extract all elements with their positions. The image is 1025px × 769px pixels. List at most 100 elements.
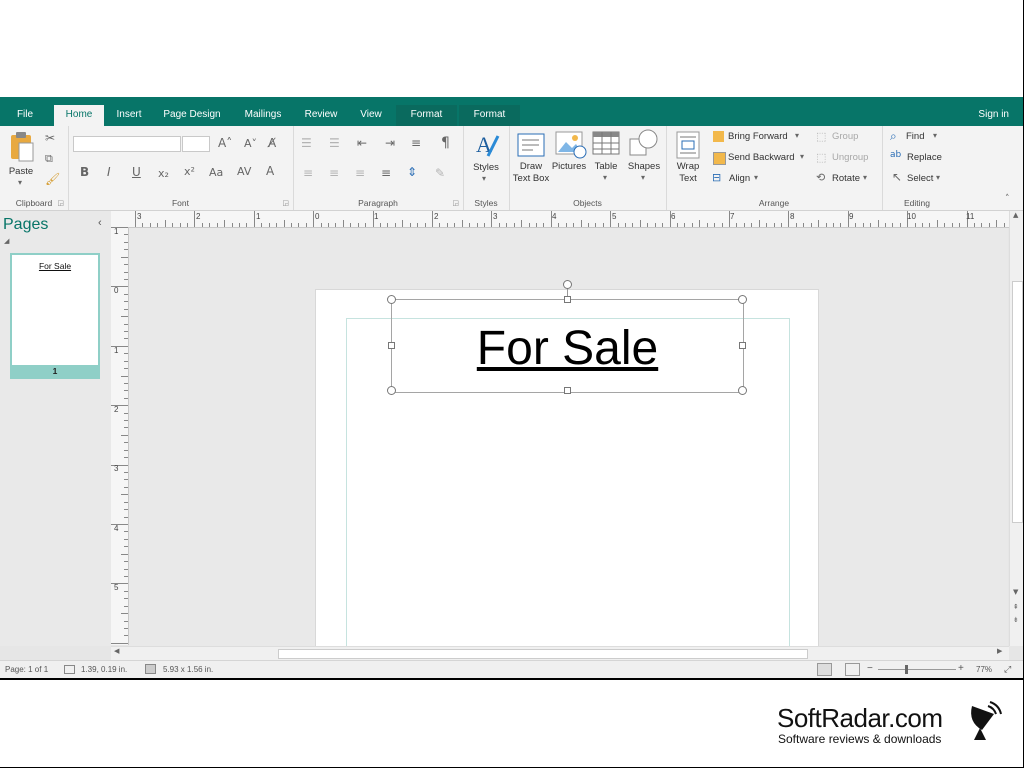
clear-formatting-icon[interactable]: A̸ [268, 136, 276, 150]
text-box-content[interactable]: For Sale [392, 320, 743, 378]
character-spacing-icon[interactable]: AV [237, 165, 251, 178]
resize-handle[interactable] [564, 296, 571, 303]
resize-handle[interactable] [739, 342, 746, 349]
rotate-dropdown-icon[interactable]: ▾ [863, 173, 867, 182]
tab-insert[interactable]: Insert [108, 105, 150, 126]
fit-page-icon[interactable]: ⤢ [1004, 664, 1011, 675]
paste-button[interactable]: Paste [6, 166, 36, 178]
find-dropdown-icon[interactable]: ▾ [933, 131, 937, 140]
vertical-scroll-thumb[interactable] [1012, 281, 1023, 523]
replace-button[interactable]: Replace [907, 152, 942, 163]
horizontal-ruler[interactable]: 3 2 1 0 1 2 3 4 5 6 7 8 9 10 11 [128, 211, 1009, 228]
align-right-icon[interactable]: ≡ [355, 166, 365, 180]
ungroup-button[interactable]: Ungroup [832, 152, 868, 163]
tab-home[interactable]: Home [54, 105, 104, 126]
change-case-icon[interactable]: Aa [209, 166, 223, 179]
font-color-icon[interactable]: A [266, 164, 274, 178]
next-page-icon[interactable]: ⇟ [1013, 616, 1019, 624]
two-page-view-icon[interactable] [845, 663, 860, 676]
previous-page-icon[interactable]: ⇞ [1013, 603, 1019, 611]
find-button[interactable]: Find [906, 131, 924, 142]
zoom-out-icon[interactable]: − [867, 663, 873, 674]
shapes-dropdown-icon[interactable]: ▾ [641, 173, 645, 182]
decrease-indent-icon[interactable]: ⇤ [357, 136, 367, 150]
resize-handle[interactable] [387, 386, 396, 395]
scroll-up-icon[interactable]: ▲ [1013, 211, 1018, 219]
bring-forward-dropdown-icon[interactable]: ▾ [795, 131, 799, 140]
justify-icon[interactable]: ≡ [381, 166, 391, 180]
table-dropdown-icon[interactable]: ▾ [603, 173, 607, 182]
horizontal-scroll-thumb[interactable] [278, 649, 808, 659]
publication-page[interactable]: For Sale [315, 280, 819, 646]
pictures-button[interactable]: Pictures [551, 161, 587, 173]
horizontal-scrollbar[interactable]: ◀ ▶ [111, 646, 1009, 660]
tab-mailings[interactable]: Mailings [236, 105, 290, 126]
select-dropdown-icon[interactable]: ▾ [936, 173, 940, 182]
tab-page-design[interactable]: Page Design [158, 105, 226, 126]
table-button[interactable]: Table [589, 161, 623, 173]
numbering-icon[interactable]: ☰ [329, 136, 340, 150]
paragraph-launcher-icon[interactable]: ◲ [452, 199, 459, 207]
page-count-status[interactable]: Page: 1 of 1 [5, 665, 48, 674]
font-size-combo[interactable] [182, 136, 210, 152]
paste-dropdown-icon[interactable]: ▾ [18, 178, 22, 187]
paragraph-spacing-icon[interactable]: ⇕ [407, 165, 417, 179]
tab-view[interactable]: View [352, 105, 390, 126]
resize-handle[interactable] [564, 387, 571, 394]
italic-icon[interactable]: I [107, 165, 111, 179]
collapse-pane-icon[interactable]: ‹ [98, 217, 102, 229]
vertical-ruler[interactable]: 1 0 1 2 3 4 5 [111, 227, 129, 645]
resize-handle[interactable] [738, 386, 747, 395]
draw-text-box-label-1[interactable]: Draw [509, 161, 553, 173]
styles-button[interactable]: Styles [467, 162, 505, 174]
page-thumbnail[interactable]: For Sale 1 [10, 253, 100, 379]
scroll-left-icon[interactable]: ◀ [114, 647, 119, 655]
zoom-level[interactable]: 77% [976, 665, 992, 674]
line-spacing-icon[interactable]: ≡ [411, 136, 421, 150]
grow-font-icon[interactable]: A˄ [218, 136, 232, 150]
bold-icon[interactable]: B [80, 165, 89, 179]
for-sale-text-box[interactable]: For Sale [387, 280, 747, 395]
align-button[interactable]: Align [729, 173, 750, 184]
vertical-scrollbar[interactable]: ▲ ▼ ⇞ ⇟ [1009, 211, 1023, 646]
bullets-icon[interactable]: ☰ [301, 136, 312, 150]
zoom-slider[interactable] [878, 669, 956, 670]
wrap-text-label-2[interactable]: Text [668, 173, 708, 185]
resize-handle[interactable] [738, 295, 747, 304]
text-direction-icon[interactable]: ✎ [435, 166, 445, 180]
font-launcher-icon[interactable]: ◲ [282, 199, 289, 207]
underline-icon[interactable]: U [132, 165, 141, 179]
format-painter-icon[interactable]: 🖌 [45, 172, 60, 186]
wrap-text-label-1[interactable]: Wrap [668, 161, 708, 173]
rotate-button[interactable]: Rotate [832, 173, 860, 184]
styles-dropdown-icon[interactable]: ▾ [482, 174, 486, 183]
shapes-button[interactable]: Shapes [625, 161, 663, 173]
clipboard-launcher-icon[interactable]: ◲ [57, 199, 64, 207]
increase-indent-icon[interactable]: ⇥ [385, 136, 395, 150]
show-paragraph-marks-icon[interactable]: ¶ [441, 135, 450, 151]
bring-forward-button[interactable]: Bring Forward [728, 131, 788, 142]
font-name-combo[interactable] [73, 136, 181, 152]
tab-format-drawing[interactable]: Format [396, 105, 457, 126]
send-backward-dropdown-icon[interactable]: ▾ [800, 152, 804, 161]
resize-handle[interactable] [387, 295, 396, 304]
align-left-icon[interactable]: ≡ [303, 166, 313, 180]
scroll-right-icon[interactable]: ▶ [997, 647, 1002, 655]
resize-handle[interactable] [388, 342, 395, 349]
scroll-down-icon[interactable]: ▼ [1013, 588, 1018, 596]
tab-review[interactable]: Review [298, 105, 344, 126]
tab-file[interactable]: File [6, 105, 44, 126]
copy-icon[interactable]: ⧉ [45, 152, 53, 166]
cut-icon[interactable]: ✂ [45, 131, 55, 145]
subscript-icon[interactable]: x₂ [158, 167, 169, 180]
zoom-in-icon[interactable]: + [958, 663, 964, 674]
select-button[interactable]: Select [907, 173, 933, 184]
sign-in-link[interactable]: Sign in [978, 105, 1009, 125]
document-workspace[interactable]: For Sale [129, 228, 1008, 646]
single-page-view-icon[interactable] [817, 663, 832, 676]
align-center-icon[interactable]: ≡ [329, 166, 339, 180]
group-button[interactable]: Group [832, 131, 858, 142]
rotation-handle[interactable] [563, 280, 572, 289]
tab-format-textbox[interactable]: Format [459, 105, 520, 126]
expand-section-icon[interactable]: ◢ [4, 237, 9, 245]
